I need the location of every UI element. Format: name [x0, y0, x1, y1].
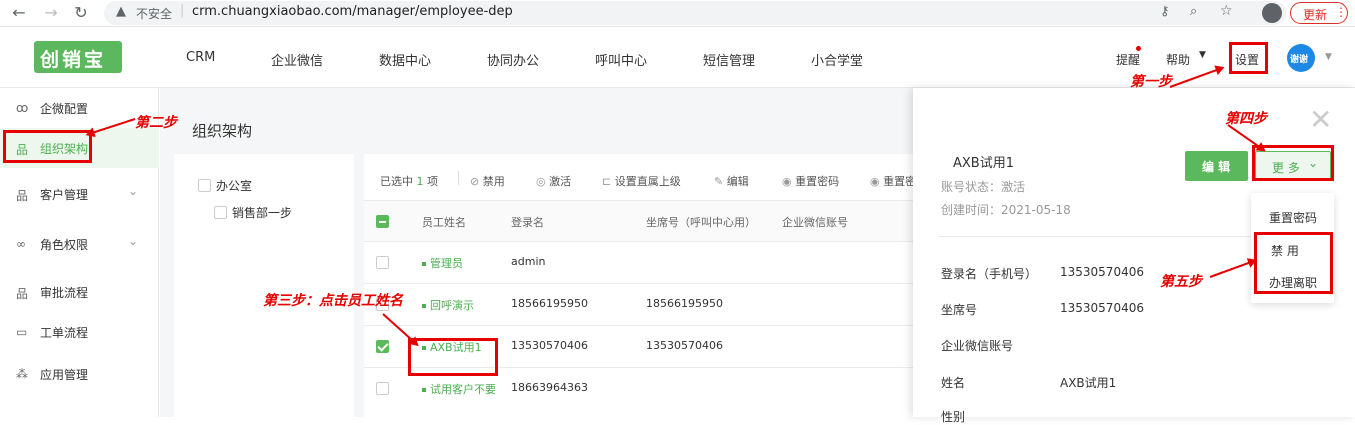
more-vert-icon: ⋮	[1335, 5, 1347, 19]
customers-icon: 品	[16, 189, 29, 203]
field-value: 13530570406	[1060, 265, 1144, 279]
row-checkbox[interactable]	[376, 256, 389, 269]
edit-action[interactable]: ✎ 编辑	[714, 173, 749, 189]
avatar[interactable]: 谢谢	[1287, 44, 1315, 72]
nav-crm[interactable]: CRM	[186, 50, 215, 65]
browser-toolbar: ← → ↻ ▲ 不安全 | crm.chuangxiaobao.com/mana…	[0, 0, 1355, 27]
help-dropdown-icon[interactable]: ▼	[1199, 50, 1206, 60]
edit-button[interactable]: 编 辑	[1185, 151, 1248, 181]
reload-icon[interactable]: ↻	[72, 4, 90, 22]
field-label: 企业微信账号	[941, 339, 1014, 353]
set-manager-action[interactable]: ⊏ 设置直属上级	[602, 173, 681, 189]
employee-name-link[interactable]: 试用客户不要	[422, 381, 506, 397]
ticket-icon: ▭	[16, 325, 28, 339]
dept-tree: 办公室 销售部一步	[174, 154, 354, 417]
activate-action[interactable]: ◎ 激活	[536, 173, 571, 189]
page-title: 组织架构	[192, 122, 253, 140]
row-checkbox[interactable]	[376, 382, 389, 395]
annotation-step1: 第一步	[1130, 74, 1172, 90]
reset-password-action[interactable]: ◉ 重置密码	[782, 173, 839, 189]
employee-name-link[interactable]: 回呼演示	[422, 297, 474, 313]
table-row[interactable]: 回呼演示 18566195950 18566195950	[364, 284, 913, 325]
field-value: 13530570406	[1060, 301, 1144, 315]
col-name: 员工姓名	[422, 216, 466, 229]
star-icon[interactable]: ☆	[1220, 3, 1233, 19]
tree-node-sales[interactable]: 销售部一步	[232, 204, 292, 221]
menu-reset-password[interactable]: 重置密码	[1269, 209, 1317, 226]
tree-node-office[interactable]: 办公室	[216, 177, 252, 194]
row-checkbox[interactable]	[376, 340, 389, 353]
forward-icon[interactable]: →	[42, 4, 60, 22]
apps-icon: ⁂	[16, 367, 28, 381]
col-seat: 坐席号（呼叫中心用）	[646, 216, 756, 229]
sidebar-item-customers[interactable]: 品 客户管理 ⌄	[0, 174, 159, 214]
close-icon[interactable]: ✕	[1309, 106, 1332, 134]
annotation-step5: 第五步	[1160, 274, 1202, 290]
nav-academy[interactable]: 小合学堂	[811, 50, 863, 69]
disable-action[interactable]: ⊘ 禁用	[470, 173, 505, 189]
table-header: 员工姓名 登录名 坐席号（呼叫中心用） 企业微信账号	[364, 201, 913, 241]
sidebar-item-roles[interactable]: ∞ 角色权限 ⌄	[0, 224, 159, 264]
sidebar-item-apps[interactable]: ⁂ 应用管理	[0, 354, 159, 394]
security-label: 不安全	[136, 7, 173, 21]
select-all-checkbox[interactable]	[376, 215, 389, 228]
field-value: AXB试用1	[1060, 376, 1117, 390]
col-login: 登录名	[511, 216, 544, 229]
annotation-step4: 第四步	[1225, 111, 1267, 127]
link-icon: ∞	[16, 237, 26, 251]
main-content: 组织架构 办公室 销售部一步 已选中 1 项 ⊘ 禁用 ◎ 激活 ⊏ 设置直属上…	[160, 88, 913, 417]
avatar-dropdown-icon[interactable]: ▼	[1325, 52, 1332, 62]
nav-collab[interactable]: 协同办公	[487, 50, 539, 69]
selected-count: 已选中 1 项	[380, 175, 438, 188]
brand-logo[interactable]: 创销宝	[34, 41, 122, 73]
update-button[interactable]: 更新 ⋮	[1290, 2, 1348, 24]
field-label: 姓名	[941, 376, 966, 390]
annotation-step2: 第二步	[135, 115, 177, 131]
highlight-settings	[1229, 42, 1268, 74]
wecom-icon: ꝏ	[16, 101, 29, 115]
employee-name-link[interactable]: 管理员	[422, 255, 463, 271]
approval-icon: 品	[16, 287, 29, 301]
highlight-menu-items	[1254, 232, 1333, 294]
table-row[interactable]: 管理员 admin	[364, 242, 913, 283]
field-label: 登录名（手机号）	[941, 267, 1038, 281]
col-wecom: 企业微信账号	[782, 216, 848, 229]
created-time: 创建时间：2021-05-18	[941, 203, 1071, 217]
tree-checkbox[interactable]	[214, 206, 227, 219]
sidebar-item-ticket[interactable]: ▭ 工单流程	[0, 312, 159, 352]
tree-checkbox[interactable]	[198, 179, 211, 192]
sidebar-item-approval[interactable]: 品 审批流程	[0, 272, 159, 312]
nav-call-center[interactable]: 呼叫中心	[595, 50, 647, 69]
warning-icon[interactable]: ▲	[116, 4, 126, 19]
key-icon[interactable]: ⚷	[1160, 4, 1170, 19]
url-text[interactable]: crm.chuangxiaobao.com/manager/employee-d…	[192, 4, 513, 19]
nav-sms[interactable]: 短信管理	[703, 50, 755, 69]
zoom-icon[interactable]: ⌕	[1190, 4, 1197, 19]
account-status: 账号状态：激活	[941, 180, 1026, 194]
drawer-employee-name: AXB试用1	[953, 156, 1014, 171]
profile-icon[interactable]	[1262, 3, 1282, 23]
reset-password-action-2[interactable]: ◉ 重置密	[870, 173, 913, 189]
remind-link[interactable]: 提醒	[1116, 51, 1140, 68]
chevron-down-icon: ⌄	[128, 234, 139, 248]
highlight-org	[3, 130, 92, 163]
back-icon[interactable]: ←	[10, 4, 28, 22]
nav-wecom[interactable]: 企业微信	[271, 50, 323, 69]
chevron-down-icon: ⌄	[128, 184, 139, 198]
annotation-step3: 第三步：点击员工姓名	[263, 293, 403, 309]
address-bar[interactable]: ▲ 不安全 | crm.chuangxiaobao.com/manager/em…	[104, 1, 1286, 25]
help-link[interactable]: 帮助	[1166, 51, 1190, 68]
employee-panel: 已选中 1 项 ⊘ 禁用 ◎ 激活 ⊏ 设置直属上级 ✎ 编辑 ◉ 重置密码 ◉…	[364, 154, 913, 417]
highlight-employee-name	[408, 338, 498, 376]
field-label: 坐席号	[941, 303, 978, 317]
remind-dot	[1136, 46, 1141, 51]
nav-data-center[interactable]: 数据中心	[379, 50, 431, 69]
